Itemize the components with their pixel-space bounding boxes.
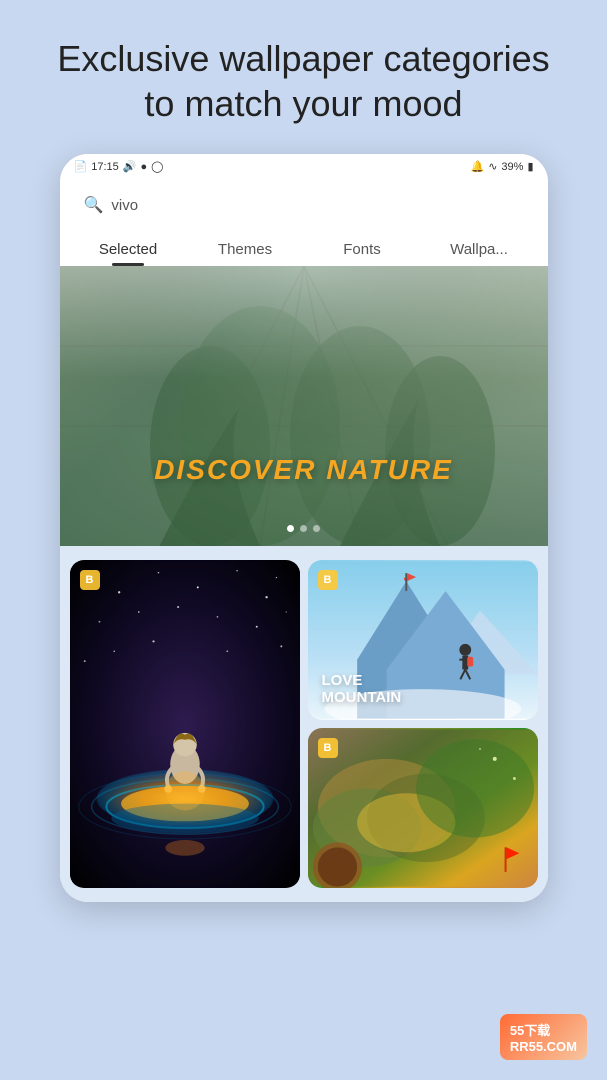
search-value: vivo xyxy=(111,197,138,214)
space-svg xyxy=(70,560,300,888)
tab-wallpaper[interactable]: Wallpa... xyxy=(421,231,538,266)
vivo-icon: ◯ xyxy=(151,160,163,173)
tab-fonts[interactable]: Fonts xyxy=(304,231,421,266)
greenhouse-svg xyxy=(60,266,548,546)
nfc-icon: ● xyxy=(140,161,147,173)
tab-selected[interactable]: Selected xyxy=(70,231,187,266)
phone-mockup: 📄 17:15 🔊 ● ◯ 🔔 ∿ 39% ▮ 🔍 vivo Selected … xyxy=(60,154,548,902)
hero-dots xyxy=(60,525,548,532)
hero-text: DISCOVER NATURE xyxy=(60,454,548,486)
tab-bar: Selected Themes Fonts Wallpa... xyxy=(60,231,548,266)
page-headline: Exclusive wallpaper categories to match … xyxy=(0,0,607,154)
stars: B xyxy=(70,560,300,888)
watermark-text: 55下载RR55.COM xyxy=(510,1023,577,1054)
mountain-inner: ♥ B LOVE MOUNTAIN xyxy=(308,560,538,720)
tab-themes[interactable]: Themes xyxy=(187,231,304,266)
hero-dot-2 xyxy=(300,525,307,532)
gallery-section: ♥ B LOVE MOUNTAIN xyxy=(60,546,548,902)
search-bar[interactable]: 🔍 vivo xyxy=(70,187,538,223)
wifi-icon: ∿ xyxy=(488,160,497,173)
space-badge: B xyxy=(80,570,100,590)
search-icon: 🔍 xyxy=(84,195,104,215)
mountain-card-text: LOVE MOUNTAIN xyxy=(322,673,402,706)
status-bar: 📄 17:15 🔊 ● ◯ 🔔 ∿ 39% ▮ xyxy=(60,154,548,179)
abstract-svg xyxy=(308,728,538,888)
battery-icon: ▮ xyxy=(527,160,533,173)
abstract-badge: B xyxy=(318,738,338,758)
gallery-card-mountain[interactable]: ♥ B LOVE MOUNTAIN xyxy=(308,560,538,720)
mountain-badge: B xyxy=(318,570,338,590)
watermark: 55下载RR55.COM xyxy=(500,1014,587,1060)
status-left: 📄 17:15 🔊 ● ◯ xyxy=(74,160,164,173)
mute-icon: 🔔 xyxy=(470,160,484,173)
hero-dot-3 xyxy=(313,525,320,532)
battery-level: 39% xyxy=(501,161,523,173)
sim-icon: 📄 xyxy=(74,160,88,173)
hero-dot-1 xyxy=(287,525,294,532)
hero-banner: DISCOVER NATURE xyxy=(60,266,548,546)
time: 17:15 xyxy=(91,161,119,173)
gallery-card-abstract[interactable]: B xyxy=(308,728,538,888)
volume-icon: 🔊 xyxy=(123,160,137,173)
status-right: 🔔 ∿ 39% ▮ xyxy=(470,160,533,173)
gallery-card-space[interactable]: B xyxy=(70,560,300,888)
